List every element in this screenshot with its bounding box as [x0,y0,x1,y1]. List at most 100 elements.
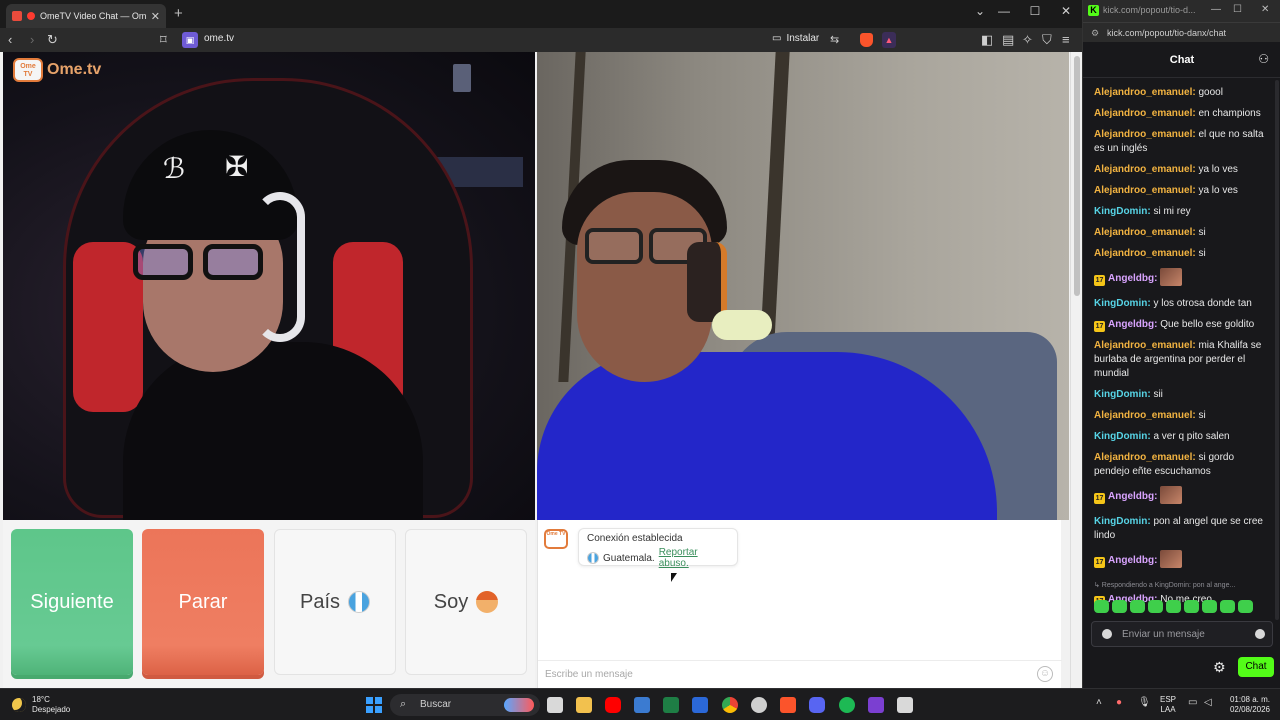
kick-address-bar: ⚙ kick.com/popout/tio-danx/chat [1083,22,1280,42]
brave-shields-icon[interactable] [860,33,873,47]
emote-icon[interactable] [1238,600,1253,613]
chat-username[interactable]: Angeldbg [1108,491,1154,502]
emote-icon[interactable] [1148,600,1163,613]
kick-url[interactable]: kick.com/popout/tio-danx/chat [1107,28,1226,38]
back-icon[interactable]: ‹ [8,31,12,49]
emote-icon[interactable] [1202,600,1217,613]
chat-username[interactable]: Alejandroo_emanuel [1094,248,1192,259]
microphone-icon[interactable]: 🎙 [1138,697,1151,708]
country-button[interactable]: País [274,529,396,675]
system-clock[interactable]: 01:08 a. m. 02/08/2026 [1222,695,1270,715]
word-icon[interactable] [692,697,708,713]
close-tab-icon[interactable]: ✕ [151,10,160,23]
pillow [712,310,772,340]
chat-settings-icon[interactable]: ⚙ [1213,659,1226,676]
guatemala-flag-icon [348,591,371,613]
tab-list-icon[interactable]: ⌄ [967,4,993,18]
brave-rewards-icon[interactable]: ▲ [882,32,896,48]
menu-icon[interactable]: ≡ [1062,31,1070,49]
chat-username[interactable]: Angeldbg [1108,555,1154,566]
emote-icon[interactable] [1166,600,1181,613]
new-tab-icon[interactable]: + [174,5,183,22]
send-chat-button[interactable]: Chat [1238,657,1274,677]
minimize-icon[interactable]: — [1211,4,1221,15]
taskbar-search[interactable]: ⌕ Buscar [390,694,540,716]
start-icon[interactable] [366,697,382,713]
chat-username[interactable]: Alejandroo_emanuel [1094,340,1192,351]
chat-username[interactable]: Alejandroo_emanuel [1094,452,1192,463]
tray-overflow-icon[interactable]: ˄ [1096,697,1102,708]
volume-icon[interactable]: ◁ [1204,697,1212,708]
emote-icon[interactable] [1220,600,1235,613]
clipchamp-icon[interactable] [868,697,884,713]
chat-message-input[interactable]: Enviar un mensaje [1091,621,1273,647]
emoji-icon[interactable]: ☺ [1037,666,1053,682]
chat-username[interactable]: Alejandroo_emanuel [1094,164,1192,175]
chat-username[interactable]: Alejandroo_emanuel [1094,185,1192,196]
emote-icon[interactable] [1094,600,1109,613]
next-button[interactable]: Siguiente [11,529,133,675]
emote-icon[interactable] [1112,600,1127,613]
chat-text: en champions [1198,108,1261,119]
chat-username[interactable]: Angeldbg [1108,319,1154,330]
calculator-icon[interactable] [634,697,650,713]
gender-button[interactable]: Soy [405,529,527,675]
users-icon[interactable]: ⚇ [1258,52,1269,66]
stop-button[interactable]: Parar [142,529,264,675]
install-button[interactable]: ▭ Instalar [772,33,819,44]
chat-username[interactable]: KingDomin [1094,206,1147,217]
forward-icon[interactable]: › [30,31,34,49]
emoji-icon[interactable] [1255,629,1265,639]
chat-username[interactable]: KingDomin [1094,516,1147,527]
steam-icon[interactable] [751,697,767,713]
emote-icon[interactable] [1184,600,1199,613]
translate-icon[interactable]: ⇆ [830,31,839,49]
site-settings-icon[interactable]: ⚙ [1091,28,1099,39]
chat-scrollbar[interactable] [1275,80,1279,620]
report-abuse-link[interactable]: Reportar abuso. [659,547,729,569]
maximize-icon[interactable]: ☐ [1233,4,1242,15]
chat-username[interactable]: Alejandroo_emanuel [1094,410,1192,421]
site-info-icon[interactable]: ▣ [182,32,198,48]
address-bar[interactable]: ome.tv [204,33,234,44]
message-input[interactable]: Escribe un mensaje [538,660,1062,688]
chat-username[interactable]: Alejandroo_emanuel [1094,129,1192,140]
emote-picker-icon[interactable] [1102,629,1112,639]
bookmark-icon[interactable]: ⌑ [160,31,167,49]
youtube-icon[interactable] [605,697,621,713]
sidebar-icon[interactable]: ◧ [981,31,993,49]
spotify-icon[interactable] [839,697,855,713]
page-scrollbar[interactable] [1070,52,1082,688]
excel-icon[interactable] [663,697,679,713]
chat-username[interactable]: KingDomin [1094,431,1147,442]
reload-icon[interactable]: ↻ [47,31,58,49]
wallet-icon[interactable]: ▤ [1002,31,1014,49]
weather-widget[interactable]: 18°C Despejado [12,695,70,715]
close-window-icon[interactable]: ✕ [1053,4,1079,18]
tray-app-icon[interactable]: ● [1116,697,1122,708]
remote-video [537,52,1069,520]
minimize-icon[interactable]: — [991,4,1017,18]
chat-username[interactable]: KingDomin [1094,298,1147,309]
task-view-icon[interactable] [547,697,563,713]
vpn-icon[interactable]: ⛉ [1042,31,1052,49]
scrollbar-thumb[interactable] [1074,56,1080,296]
close-window-icon[interactable]: ✕ [1261,4,1269,15]
discord-icon[interactable] [809,697,825,713]
file-explorer-icon[interactable] [576,697,592,713]
chat-username[interactable]: Angeldbg [1108,273,1154,284]
maximize-icon[interactable]: ☐ [1022,4,1048,18]
language-indicator[interactable]: ESP LAA [1160,695,1176,715]
chat-username[interactable]: Alejandroo_emanuel [1094,87,1192,98]
chrome-icon[interactable] [722,697,738,713]
chat-username[interactable]: Alejandroo_emanuel [1094,227,1192,238]
tab-ometv[interactable]: OmeTV Video Chat — Omegl ✕ [6,4,166,28]
network-icon[interactable]: ▭ [1188,697,1197,708]
chat-username[interactable]: Alejandroo_emanuel [1094,108,1192,119]
brave-icon[interactable] [780,697,796,713]
app-icon[interactable] [897,697,913,713]
chat-username[interactable]: KingDomin [1094,389,1147,400]
leo-ai-icon[interactable]: ✧ [1022,31,1033,49]
kick-chat-window: K kick.com/popout/tio-d... — ☐ ✕ ⚙ kick.… [1082,0,1280,688]
emote-icon[interactable] [1130,600,1145,613]
